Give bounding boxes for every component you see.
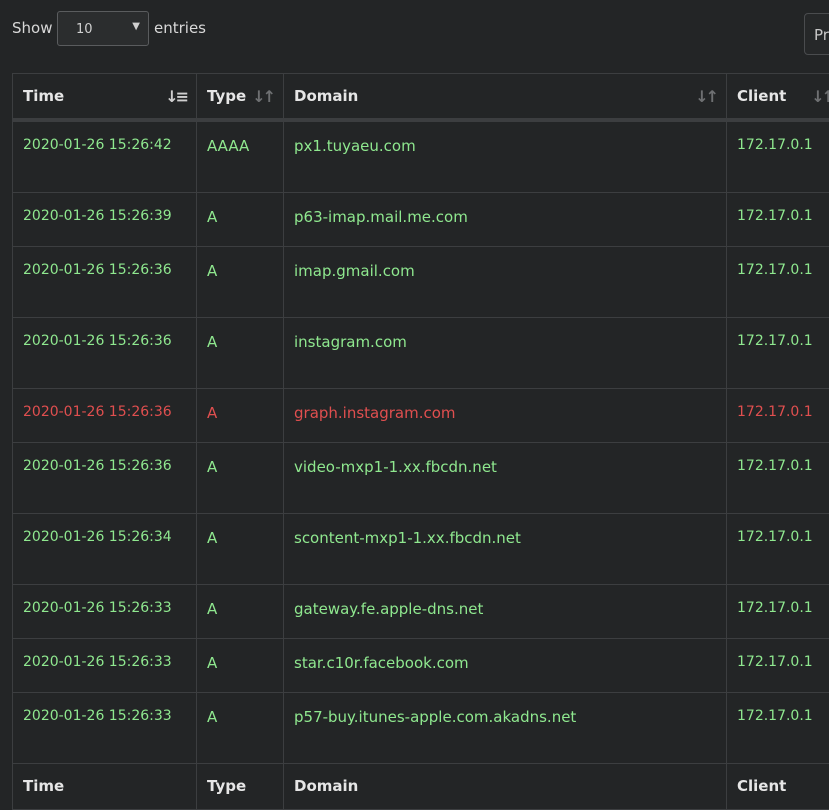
cell-type: A <box>197 692 284 763</box>
cell-client: 172.17.0.1 <box>727 388 829 442</box>
cell-domain: video-mxp1-1.xx.fbcdn.net <box>284 442 727 513</box>
cell-domain: instagram.com <box>284 317 727 388</box>
column-header-label: Domain <box>294 87 358 105</box>
cell-time: 2020-01-26 15:26:36 <box>13 317 197 388</box>
previous-page-button[interactable]: Pr <box>804 13 829 55</box>
cell-type: A <box>197 192 284 246</box>
sort-desc-icon: ↓≡ <box>165 87 186 106</box>
cell-domain: gateway.fe.apple-dns.net <box>284 584 727 638</box>
show-label: Show <box>12 19 52 37</box>
column-header-label: Client <box>737 87 786 105</box>
cell-domain: imap.gmail.com <box>284 246 727 317</box>
cell-domain: star.c10r.facebook.com <box>284 638 727 692</box>
cell-time: 2020-01-26 15:26:36 <box>13 442 197 513</box>
cell-time: 2020-01-26 15:26:33 <box>13 638 197 692</box>
query-log-table: Time ↓≡ Type ↓↑ Domain ↓↑ Client ↓↑ 2020… <box>12 73 829 810</box>
column-footer-time: Time <box>13 763 197 809</box>
entries-per-page-value: 10 <box>76 22 93 37</box>
cell-type: A <box>197 442 284 513</box>
cell-domain: scontent-mxp1-1.xx.fbcdn.net <box>284 513 727 584</box>
cell-type: A <box>197 317 284 388</box>
sort-icon: ↓↑ <box>695 87 716 106</box>
cell-time: 2020-01-26 15:26:33 <box>13 584 197 638</box>
cell-time: 2020-01-26 15:26:34 <box>13 513 197 584</box>
table-row[interactable]: 2020-01-26 15:26:33 A gateway.fe.apple-d… <box>13 584 829 638</box>
chevron-down-icon: ▼ <box>132 21 140 32</box>
cell-time: 2020-01-26 15:26:39 <box>13 192 197 246</box>
entries-per-page-select[interactable]: 10 ▼ <box>57 11 149 46</box>
table-row[interactable]: 2020-01-26 15:26:34 A scontent-mxp1-1.xx… <box>13 513 829 584</box>
column-header-domain[interactable]: Domain ↓↑ <box>284 74 727 120</box>
table-row[interactable]: 2020-01-26 15:26:36 A imap.gmail.com 172… <box>13 246 829 317</box>
cell-client: 172.17.0.1 <box>727 513 829 584</box>
previous-page-label: Pr <box>814 26 829 44</box>
table-footer-row: Time Type Domain Client <box>13 763 829 809</box>
entries-label: entries <box>154 19 206 37</box>
cell-client: 172.17.0.1 <box>727 584 829 638</box>
column-header-label: Type <box>207 87 246 105</box>
table-row[interactable]: 2020-01-26 15:26:39 A p63-imap.mail.me.c… <box>13 192 829 246</box>
table-row[interactable]: 2020-01-26 15:26:36 A instagram.com 172.… <box>13 317 829 388</box>
cell-type: A <box>197 246 284 317</box>
table-toolbar: Show 10 ▼ entries Pr <box>0 0 829 60</box>
column-footer-domain: Domain <box>284 763 727 809</box>
sort-icon: ↓↑ <box>811 87 829 106</box>
cell-client: 172.17.0.1 <box>727 442 829 513</box>
cell-client: 172.17.0.1 <box>727 317 829 388</box>
column-header-time[interactable]: Time ↓≡ <box>13 74 197 120</box>
table-header-row: Time ↓≡ Type ↓↑ Domain ↓↑ Client ↓↑ <box>13 74 829 120</box>
cell-client: 172.17.0.1 <box>727 246 829 317</box>
cell-client: 172.17.0.1 <box>727 638 829 692</box>
column-footer-type: Type <box>197 763 284 809</box>
cell-time: 2020-01-26 15:26:36 <box>13 388 197 442</box>
cell-time: 2020-01-26 15:26:33 <box>13 692 197 763</box>
cell-domain: px1.tuyaeu.com <box>284 120 727 193</box>
column-header-type[interactable]: Type ↓↑ <box>197 74 284 120</box>
cell-type: A <box>197 584 284 638</box>
column-header-client[interactable]: Client ↓↑ <box>727 74 829 120</box>
cell-domain: graph.instagram.com <box>284 388 727 442</box>
cell-time: 2020-01-26 15:26:36 <box>13 246 197 317</box>
cell-time: 2020-01-26 15:26:42 <box>13 120 197 193</box>
cell-domain: p57-buy.itunes-apple.com.akadns.net <box>284 692 727 763</box>
cell-client: 172.17.0.1 <box>727 192 829 246</box>
table-row[interactable]: 2020-01-26 15:26:36 A video-mxp1-1.xx.fb… <box>13 442 829 513</box>
column-footer-client: Client <box>727 763 829 809</box>
cell-client: 172.17.0.1 <box>727 120 829 193</box>
table-row[interactable]: 2020-01-26 15:26:33 A star.c10r.facebook… <box>13 638 829 692</box>
table-row-blocked[interactable]: 2020-01-26 15:26:36 A graph.instagram.co… <box>13 388 829 442</box>
cell-type: A <box>197 513 284 584</box>
cell-type: A <box>197 388 284 442</box>
cell-type: A <box>197 638 284 692</box>
table-row[interactable]: 2020-01-26 15:26:33 A p57-buy.itunes-app… <box>13 692 829 763</box>
cell-type: AAAA <box>197 120 284 193</box>
sort-icon: ↓↑ <box>252 87 273 106</box>
cell-domain: p63-imap.mail.me.com <box>284 192 727 246</box>
cell-client: 172.17.0.1 <box>727 692 829 763</box>
table-row[interactable]: 2020-01-26 15:26:42 AAAA px1.tuyaeu.com … <box>13 120 829 193</box>
column-header-label: Time <box>23 87 64 105</box>
